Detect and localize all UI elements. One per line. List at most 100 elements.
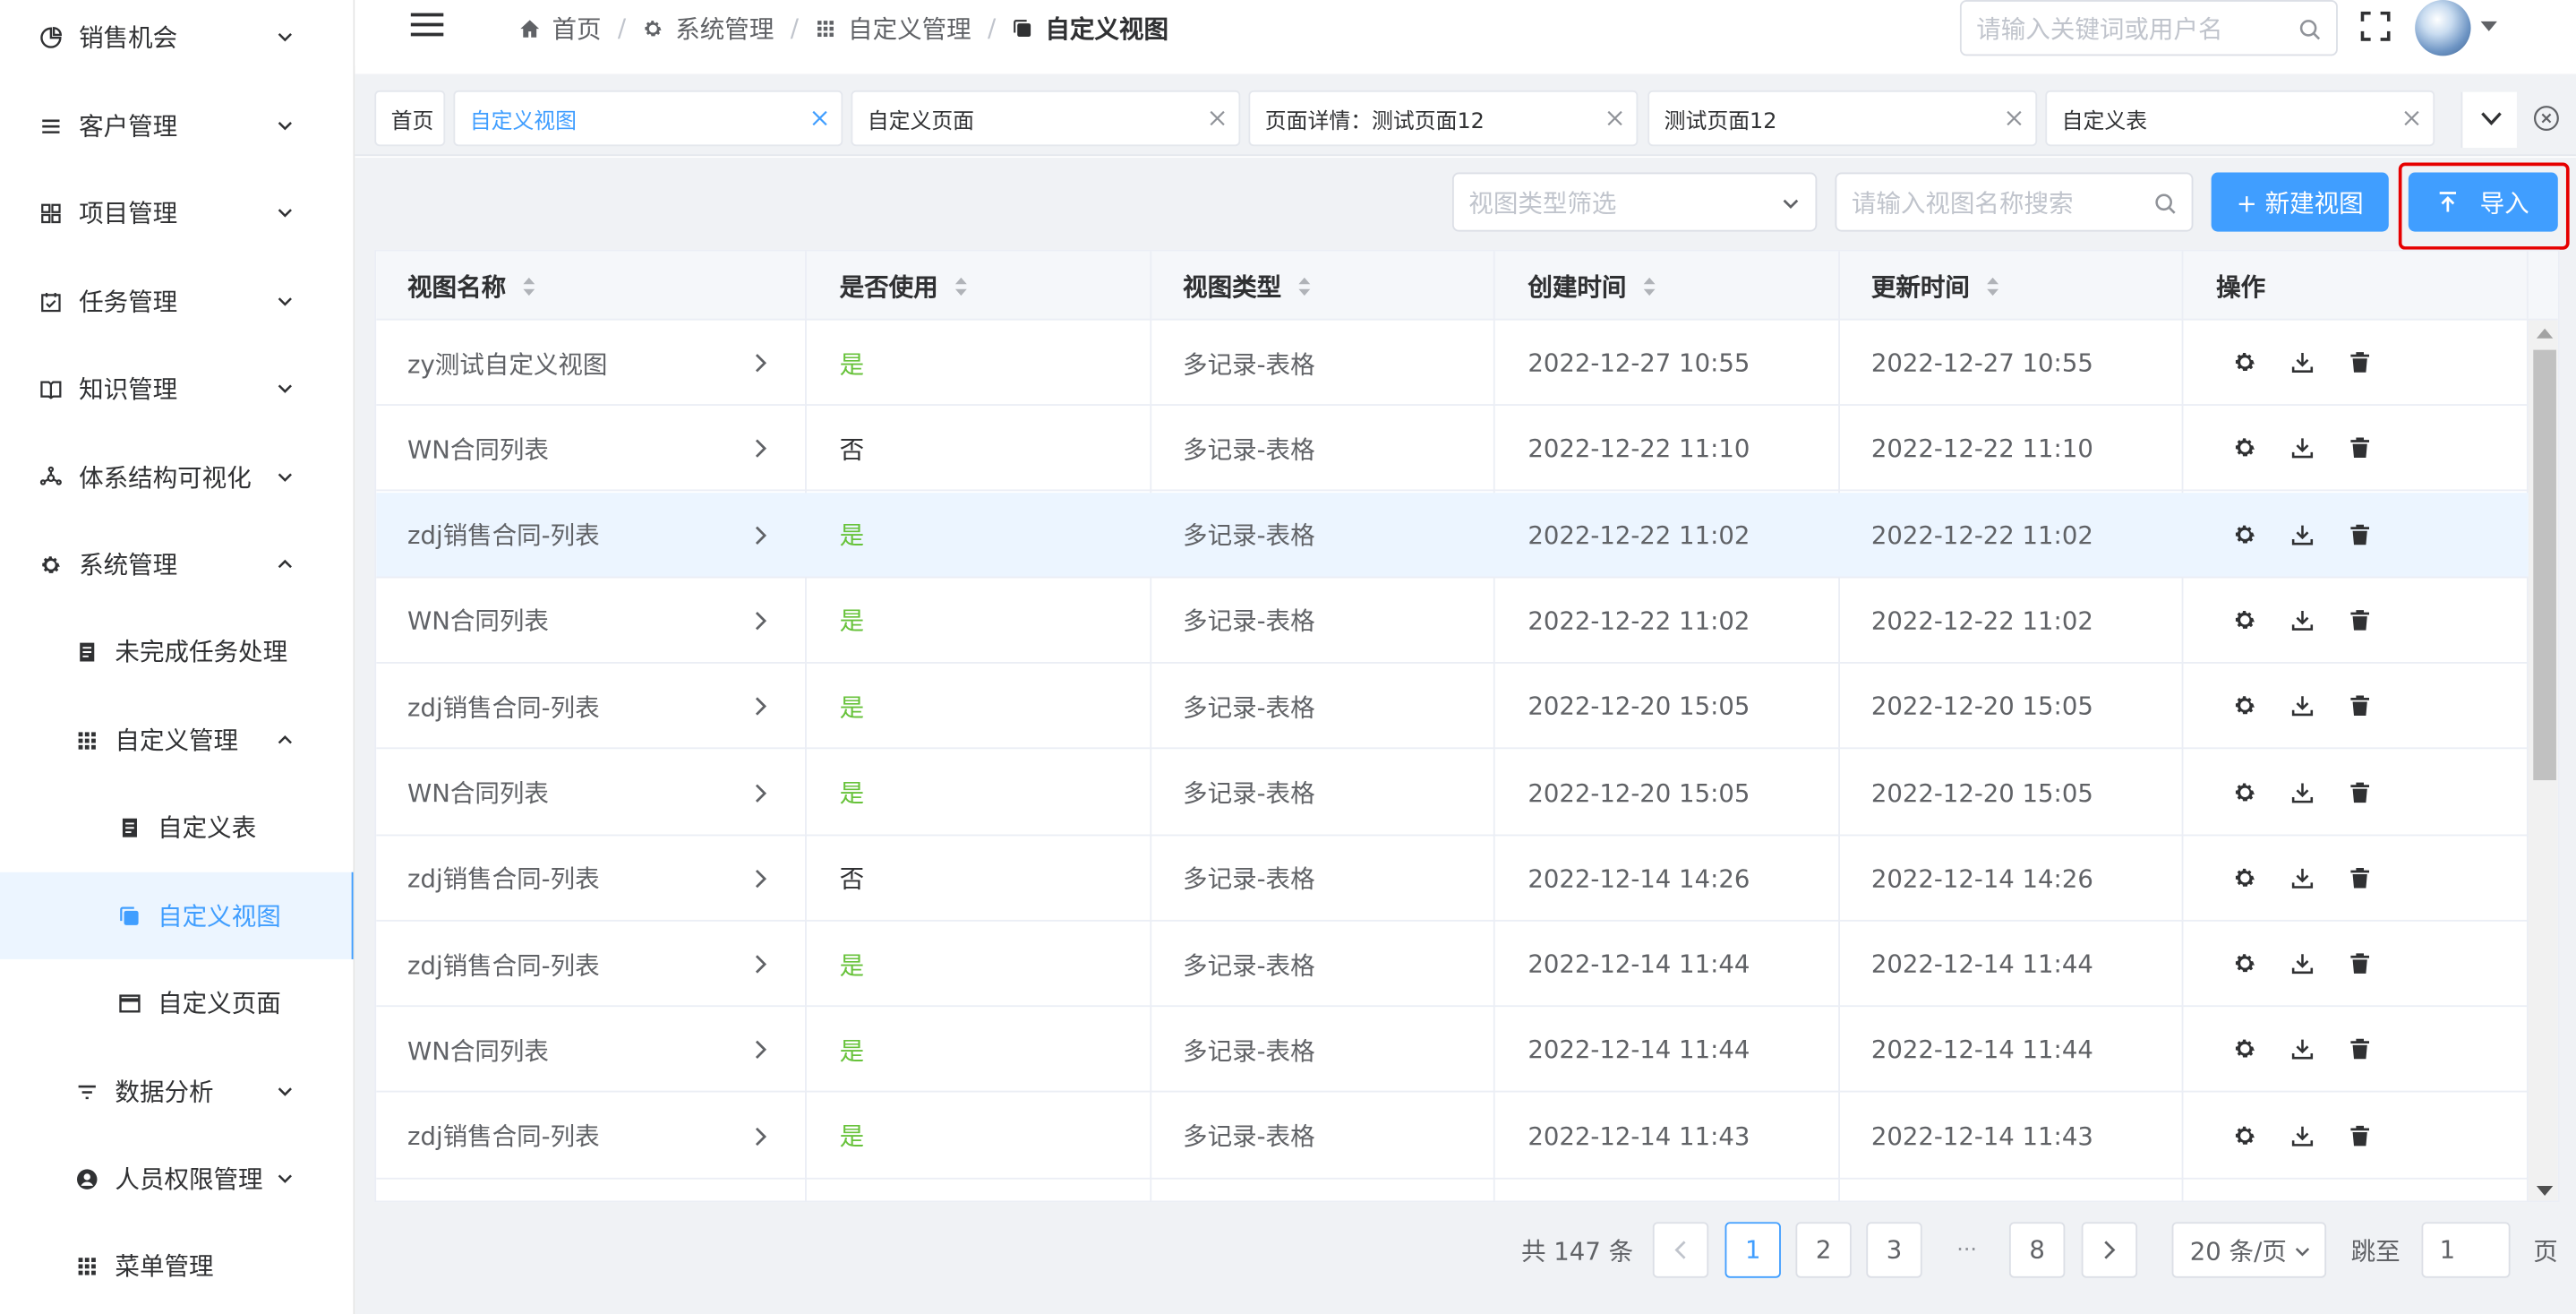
table-row[interactable]: WN合同列表 是 多记录-表格 2022-12-20 15:05 2022-12-20 … xyxy=(376,750,2529,836)
sort-icon[interactable] xyxy=(1643,276,1656,296)
table-scrollbar[interactable] xyxy=(2528,320,2558,1201)
sidebar-item-knowledge[interactable]: 知识管理 xyxy=(0,345,353,432)
sidebar-item-menu-manage[interactable]: 菜单管理 xyxy=(0,1222,353,1309)
download-icon[interactable] xyxy=(2290,607,2315,632)
column-header-type[interactable]: 视图类型 xyxy=(1183,252,1311,321)
table-row[interactable]: zdj销售合同-列表 是 多记录-表格 2022-12-14 11:44 2022-12… xyxy=(376,922,2529,1008)
chevron-right-icon[interactable] xyxy=(754,439,767,459)
chevron-right-icon[interactable] xyxy=(754,353,767,373)
sidebar-item-task[interactable]: 任务管理 xyxy=(0,258,353,345)
table-row[interactable]: WN合同列表 是 多记录-表格 2022-12-14 11:44 2022-12-14 … xyxy=(376,1008,2529,1094)
global-search-input[interactable]: 请输入关键词或用户名 xyxy=(1959,0,2338,56)
pagination-ellipsis[interactable]: ··· xyxy=(1956,1222,1977,1277)
sort-icon[interactable] xyxy=(954,276,968,296)
trash-icon[interactable] xyxy=(2348,436,2373,461)
gear-icon[interactable] xyxy=(2232,607,2257,632)
tabs-dropdown-button[interactable] xyxy=(2460,91,2517,149)
page-button[interactable]: 1 xyxy=(1724,1222,1781,1278)
download-icon[interactable] xyxy=(2290,436,2315,461)
trash-icon[interactable] xyxy=(2348,865,2373,890)
avatar[interactable] xyxy=(2415,0,2471,56)
chevron-right-icon[interactable] xyxy=(754,697,767,717)
chevron-right-icon[interactable] xyxy=(754,955,767,975)
tab-custom-page[interactable]: 自定义页面 xyxy=(851,90,1241,147)
sidebar-item-sales-opportunity[interactable]: 销售机会 xyxy=(0,0,353,81)
table-row[interactable]: zdj销售合同-列表 是 多记录-表格 2022-12-20 15:05 2022-12… xyxy=(376,664,2529,750)
breadcrumb-item-custom-manage[interactable]: 自定义管理 xyxy=(815,11,971,46)
sidebar-item-custom-table[interactable]: 自定义表 xyxy=(0,784,353,871)
trash-icon[interactable] xyxy=(2348,350,2373,375)
trash-icon[interactable] xyxy=(2348,693,2373,718)
column-header-updated[interactable]: 更新时间 xyxy=(1871,252,1999,321)
sidebar-item-permissions[interactable]: 人员权限管理 xyxy=(0,1135,353,1222)
trash-icon[interactable] xyxy=(2348,1123,2373,1148)
hamburger-icon[interactable] xyxy=(410,12,444,38)
close-all-tabs-icon[interactable] xyxy=(2533,105,2559,131)
download-icon[interactable] xyxy=(2290,865,2315,890)
scrollbar-thumb[interactable] xyxy=(2533,349,2556,781)
sidebar-item-customer[interactable]: 客户管理 xyxy=(0,82,353,169)
trash-icon[interactable] xyxy=(2348,607,2373,632)
trash-icon[interactable] xyxy=(2348,521,2373,546)
trash-icon[interactable] xyxy=(2348,1037,2373,1062)
search-icon[interactable] xyxy=(2298,18,2322,41)
scroll-down-arrow-icon[interactable] xyxy=(2536,1186,2554,1197)
chevron-right-icon[interactable] xyxy=(754,611,767,631)
download-icon[interactable] xyxy=(2290,693,2315,718)
tab-page-detail[interactable]: 页面详情：测试页面12 xyxy=(1248,90,1639,147)
sort-icon[interactable] xyxy=(1986,276,1999,296)
close-icon[interactable] xyxy=(2403,110,2419,126)
download-icon[interactable] xyxy=(2290,779,2315,804)
sort-icon[interactable] xyxy=(1298,276,1312,296)
sort-icon[interactable] xyxy=(522,276,535,296)
sidebar-item-data-analysis[interactable]: 数据分析 xyxy=(0,1048,353,1135)
prev-page-button[interactable] xyxy=(1652,1222,1709,1278)
caret-down-icon[interactable] xyxy=(2480,20,2497,33)
sidebar-item-custom-manage[interactable]: 自定义管理 xyxy=(0,697,353,784)
view-name-search-input[interactable]: 请输入视图名称搜索 xyxy=(1835,172,2194,232)
page-size-select[interactable]: 20 条/页 xyxy=(2171,1222,2327,1278)
table-row[interactable]: WN合同列表 是 多记录-表格 2022-12-22 11:02 2022-12-22 … xyxy=(376,578,2529,664)
close-icon[interactable] xyxy=(811,110,827,126)
table-row[interactable]: zy测试自定义视图 是 多记录-表格 2022-12-27 10:55 2022-12-… xyxy=(376,321,2529,406)
chevron-right-icon[interactable] xyxy=(754,1126,767,1146)
search-icon[interactable] xyxy=(2153,193,2177,216)
table-row[interactable]: WN合同列表 否 多记录-表格 2022-12-22 11:10 2022-12-22 … xyxy=(376,406,2529,492)
gear-icon[interactable] xyxy=(2232,693,2257,718)
page-button[interactable]: 2 xyxy=(1795,1222,1852,1278)
table-row[interactable]: zdj销售合同-列表 是 多记录-表格 2022-12-22 11:02 2022-12… xyxy=(376,492,2529,578)
chevron-right-icon[interactable] xyxy=(754,1041,767,1061)
breadcrumb-item-system[interactable]: 系统管理 xyxy=(643,11,774,46)
chevron-right-icon[interactable] xyxy=(754,783,767,803)
sidebar-item-system[interactable]: 系统管理 xyxy=(0,520,353,607)
close-icon[interactable] xyxy=(1606,110,1622,126)
gear-icon[interactable] xyxy=(2232,1037,2257,1062)
jump-page-input[interactable]: 1 xyxy=(2421,1222,2511,1278)
fullscreen-icon[interactable] xyxy=(2360,11,2391,41)
scroll-up-arrow-icon[interactable] xyxy=(2536,328,2554,339)
gear-icon[interactable] xyxy=(2232,951,2257,976)
close-icon[interactable] xyxy=(2006,110,2022,126)
column-header-created[interactable]: 创建时间 xyxy=(1528,252,1656,321)
tab-test-page[interactable]: 测试页面12 xyxy=(1647,90,2038,147)
chevron-right-icon[interactable] xyxy=(754,525,767,545)
gear-icon[interactable] xyxy=(2232,436,2257,461)
trash-icon[interactable] xyxy=(2348,779,2373,804)
table-row[interactable]: zdj销售合同-列表 否 多记录-表格 2022-12-14 14:26 2022-12… xyxy=(376,836,2529,922)
download-icon[interactable] xyxy=(2290,1037,2315,1062)
sidebar-item-architecture[interactable]: 体系结构可视化 xyxy=(0,434,353,520)
close-icon[interactable] xyxy=(1209,110,1225,126)
tab-custom-table[interactable]: 自定义表 xyxy=(2045,90,2435,147)
next-page-button[interactable] xyxy=(2081,1222,2138,1278)
trash-icon[interactable] xyxy=(2348,951,2373,976)
page-button[interactable]: 3 xyxy=(1866,1222,1922,1278)
download-icon[interactable] xyxy=(2290,521,2315,546)
tab-custom-view[interactable]: 自定义视图 xyxy=(453,90,843,147)
gear-icon[interactable] xyxy=(2232,779,2257,804)
view-type-filter-select[interactable]: 视图类型筛选 xyxy=(1451,172,1818,232)
column-header-name[interactable]: 视图名称 xyxy=(407,252,535,321)
new-view-button[interactable]: + 新建视图 xyxy=(2211,172,2389,232)
sidebar-item-project[interactable]: 项目管理 xyxy=(0,169,353,256)
download-icon[interactable] xyxy=(2290,951,2315,976)
breadcrumb-item-home[interactable]: 首页 xyxy=(519,11,602,46)
